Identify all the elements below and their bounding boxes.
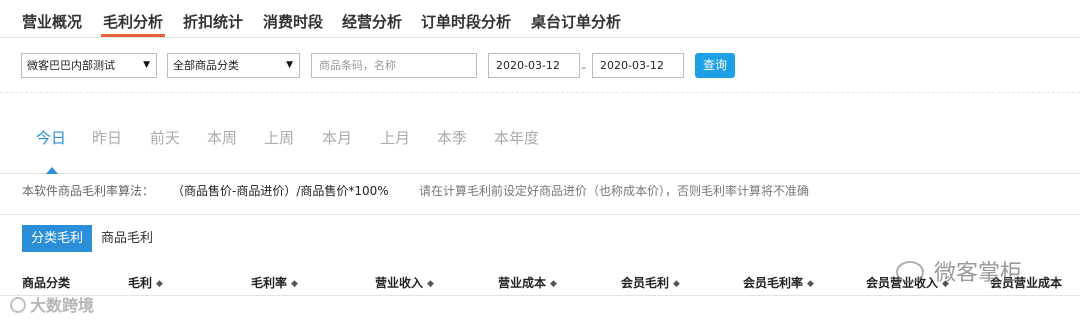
tab-order-period-analysis[interactable]: 订单时段分析 <box>421 11 511 32</box>
header-product-category: 商品分类 <box>22 274 70 291</box>
end-date-input[interactable]: 2020-03-12 <box>592 53 684 78</box>
watermark-logo-icon <box>10 297 26 313</box>
day-tab-last-month[interactable]: 上月 <box>380 127 410 148</box>
gross-margin-formula: 本软件商品毛利率算法： （商品售价-商品进价）/商品售价*100% 请在计算毛利… <box>0 175 1080 215</box>
tab-discount-stats[interactable]: 折扣统计 <box>183 11 243 32</box>
tab-gross-profit-analysis[interactable]: 毛利分析 <box>100 11 166 37</box>
sort-icon[interactable]: ◆ <box>156 279 163 289</box>
start-date-input[interactable]: 2020-03-12 <box>488 53 580 78</box>
tab-operation-analysis[interactable]: 经营分析 <box>342 11 402 32</box>
tab-category-profit[interactable]: 分类毛利 <box>22 225 92 252</box>
tab-product-profit[interactable]: 商品毛利 <box>101 225 153 252</box>
header-cost[interactable]: 营业成本 ◆ <box>498 274 557 291</box>
sort-icon[interactable]: ◆ <box>291 279 298 289</box>
watermark-right: 微客掌柜 <box>896 255 1022 287</box>
day-tab-this-quarter[interactable]: 本季 <box>437 127 467 148</box>
watermark-right-text: 微客掌柜 <box>934 261 1023 286</box>
product-search-input[interactable]: 商品条码，名称 <box>311 53 477 78</box>
header-label: 会员毛利率 <box>743 276 804 290</box>
day-tab-yesterday[interactable]: 昨日 <box>92 127 122 148</box>
sort-icon[interactable]: ◆ <box>550 279 557 289</box>
day-tab-last-week[interactable]: 上周 <box>264 127 294 148</box>
date-range-tabs: 今日 昨日 前天 本周 上周 本月 上月 本季 本年度 <box>0 94 1080 174</box>
category-select[interactable]: 全部商品分类 ▼ <box>167 53 300 78</box>
caret-down-icon: ▼ <box>143 60 150 70</box>
filter-bar: 微客巴巴内部测试 ▼ 全部商品分类 ▼ 商品条码，名称 2020-03-12 –… <box>0 39 1080 93</box>
tab-table-order-analysis[interactable]: 桌台订单分析 <box>531 11 621 32</box>
header-label: 会员毛利 <box>621 276 670 290</box>
tab-consumption-period[interactable]: 消费时段 <box>263 11 323 32</box>
header-revenue[interactable]: 营业收入 ◆ <box>375 274 434 291</box>
wechat-bubble-icon <box>896 261 924 283</box>
day-tab-this-month[interactable]: 本月 <box>322 127 352 148</box>
store-select-value: 微客巴巴内部测试 <box>27 59 115 72</box>
sort-icon[interactable]: ◆ <box>673 279 680 289</box>
day-tab-this-year[interactable]: 本年度 <box>494 127 539 148</box>
query-button[interactable]: 查询 <box>695 53 735 78</box>
active-tab-pointer <box>46 167 58 174</box>
top-navigation: 营业概况 毛利分析 折扣统计 消费时段 经营分析 订单时段分析 桌台订单分析 <box>0 0 1080 38</box>
header-gross-profit[interactable]: 毛利 ◆ <box>128 274 163 291</box>
formula-note: 请在计算毛利前设定好商品进价（也称成本价），否则毛利率计算将不准确 <box>419 184 810 198</box>
category-select-value: 全部商品分类 <box>173 59 239 72</box>
date-range-separator: – <box>581 61 587 74</box>
formula-expression: （商品售价-商品进价）/商品售价*100% <box>172 184 389 198</box>
tab-business-overview[interactable]: 营业概况 <box>22 11 82 32</box>
header-gross-margin[interactable]: 毛利率 ◆ <box>251 274 298 291</box>
day-tab-today[interactable]: 今日 <box>36 127 66 148</box>
sort-icon[interactable]: ◆ <box>807 279 814 289</box>
day-tab-this-week[interactable]: 本周 <box>207 127 237 148</box>
watermark-left: 大数跨境 <box>10 292 94 316</box>
header-label: 商品分类 <box>22 276 71 290</box>
header-member-profit[interactable]: 会员毛利 ◆ <box>621 274 680 291</box>
header-label: 营业成本 <box>498 276 547 290</box>
header-label: 毛利率 <box>251 276 288 290</box>
day-tab-day-before[interactable]: 前天 <box>150 127 180 148</box>
watermark-left-text: 大数跨境 <box>30 296 95 315</box>
header-label: 营业收入 <box>375 276 424 290</box>
caret-down-icon: ▼ <box>286 60 293 70</box>
formula-label: 本软件商品毛利率算法： <box>22 184 155 198</box>
sort-icon[interactable]: ◆ <box>427 279 434 289</box>
header-label: 毛利 <box>128 276 153 290</box>
store-select[interactable]: 微客巴巴内部测试 ▼ <box>21 53 157 78</box>
header-member-margin[interactable]: 会员毛利率 ◆ <box>743 274 814 291</box>
